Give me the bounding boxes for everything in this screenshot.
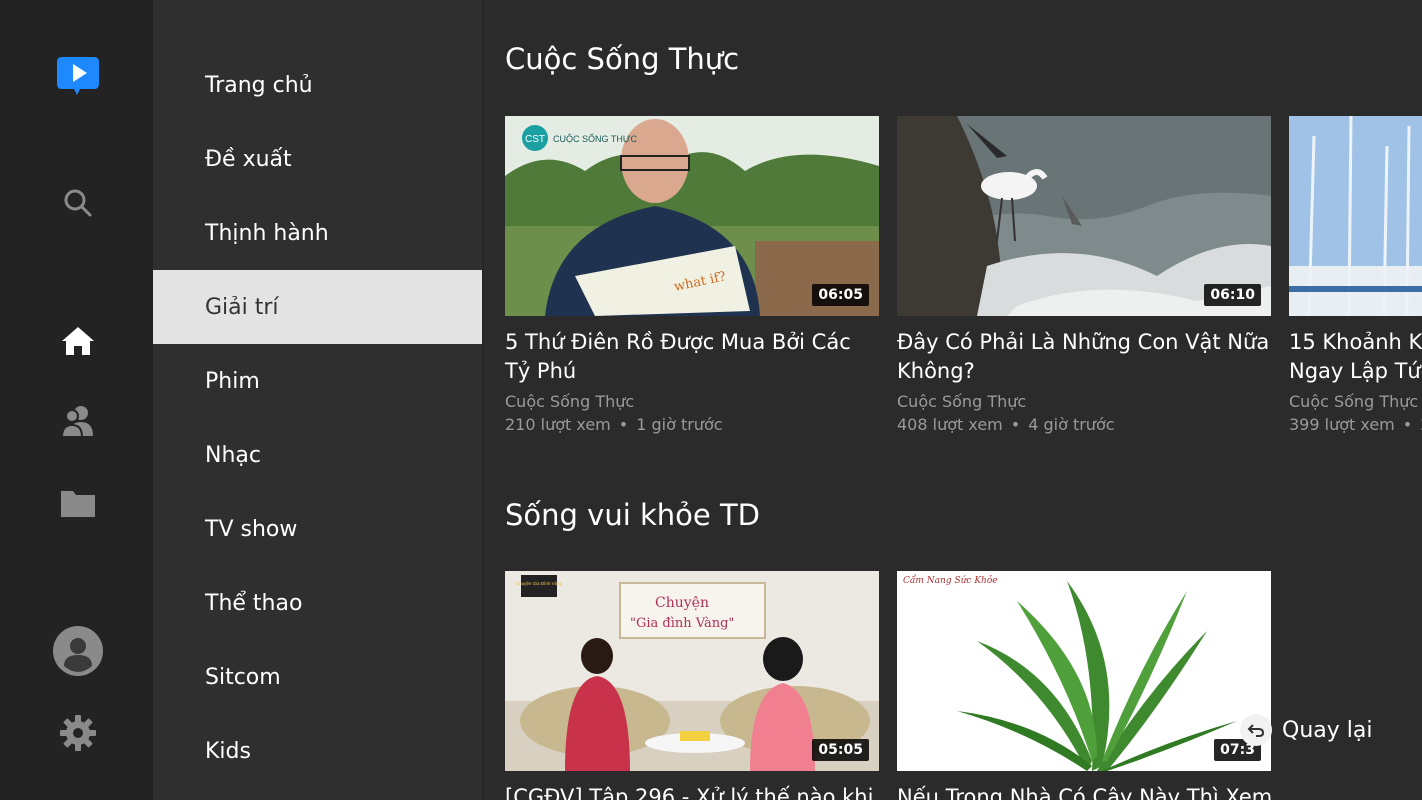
menu-item-label: TV show <box>205 516 298 542</box>
menu-item-label: Sitcom <box>205 664 281 690</box>
view-count: 408 lượt xem <box>897 415 1003 434</box>
video-thumbnail[interactable]: Cẩm Nang Sức Khỏe 07:3 <box>897 571 1271 771</box>
duration-badge: 06:05 <box>812 284 869 306</box>
library-icon[interactable] <box>52 477 104 529</box>
video-thumbnail[interactable]: Chuyện "Gia đình Vàng" Chuyện Gia Đình V… <box>505 571 879 771</box>
subscriptions-icon[interactable] <box>52 395 104 447</box>
view-count: 399 lượt xem <box>1289 415 1395 434</box>
app-logo-icon[interactable] <box>52 48 104 100</box>
video-thumbnail[interactable] <box>1289 116 1422 316</box>
menu-item-kids[interactable]: Kids <box>153 714 482 788</box>
cgdv-badge-text: Chuyện Gia Đình Vàng <box>516 581 563 586</box>
row-title: Sống vui khỏe TD <box>505 498 760 532</box>
content-area: Cuộc Sống Thực CST CUỘC SỐNG THỰC what i… <box>484 0 1422 800</box>
menu-item-entertainment[interactable]: Giải trí <box>153 270 482 344</box>
channel-name: Cuộc Sống Thực <box>505 392 635 411</box>
video-title-line-2: Ngay Lập Tức <box>1289 359 1422 383</box>
menu-item-label: Kids <box>205 738 251 764</box>
menu-item-label: Phim <box>205 368 260 394</box>
menu-item-music[interactable]: Nhạc <box>153 418 482 492</box>
account-icon[interactable] <box>52 625 104 677</box>
view-count: 210 lượt xem <box>505 415 611 434</box>
video-title: 15 Khoảnh K Ngay Lập Tức <box>1289 328 1422 386</box>
menu-item-label: Giải trí <box>205 294 279 320</box>
video-meta: 210 lượt xem • 1 giờ trước <box>505 415 723 434</box>
channel-name: Cuộc Sống Thực <box>897 392 1027 411</box>
back-icon <box>1240 714 1272 746</box>
menu-item-sports[interactable]: Thể thao <box>153 566 482 640</box>
menu-item-label: Trang chủ <box>205 72 313 98</box>
duration-badge: 06:10 <box>1204 284 1261 306</box>
menu-item-label: Thịnh hành <box>205 220 329 246</box>
menu-item-home[interactable]: Trang chủ <box>153 48 482 122</box>
video-title: Nếu Trong Nhà Có Cây Này Thì Xem <box>897 785 1273 800</box>
video-title: Đây Có Phải Là Những Con Vật Nữa Không? <box>897 330 1270 383</box>
menu-item-label: Thể thao <box>205 590 303 616</box>
upload-age: 1 giờ trước <box>636 415 723 434</box>
cst-logo-text: CST <box>525 134 545 145</box>
menu-item-recommended[interactable]: Đề xuất <box>153 122 482 196</box>
home-icon[interactable] <box>52 315 104 367</box>
cgdv-sign-text-2: "Gia đình Vàng" <box>630 616 734 631</box>
menu-item-movies[interactable]: Phim <box>153 344 482 418</box>
search-icon[interactable] <box>52 177 104 229</box>
video-thumbnail[interactable]: 06:10 <box>897 116 1271 316</box>
plant-badge-text: Cẩm Nang Sức Khỏe <box>903 574 998 586</box>
menu-item-label: Đề xuất <box>205 146 292 172</box>
duration-badge: 05:05 <box>812 739 869 761</box>
video-meta: 399 lượt xem•2 <box>1289 415 1422 434</box>
cst-channel-text: CUỘC SỐNG THỰC <box>553 133 638 144</box>
video-card[interactable]: 15 Khoảnh K Ngay Lập Tức Cuộc Sống Thực 3… <box>1289 116 1422 434</box>
video-meta: 408 lượt xem • 4 giờ trước <box>897 415 1115 434</box>
video-card[interactable]: CST CUỘC SỐNG THỰC what if? 06:05 5 Thứ … <box>505 116 879 434</box>
video-title: 5 Thứ Điên Rồ Được Mua Bởi Các Tỷ Phú <box>505 330 851 383</box>
menu-item-label: Nhạc <box>205 442 261 468</box>
category-menu: Trang chủ Đề xuất Thịnh hành Giải trí Ph… <box>153 0 482 800</box>
video-title: [CGĐV] Tập 296 - Xử lý thế nào khi <box>505 785 874 800</box>
icon-rail <box>0 0 153 800</box>
video-card[interactable]: Chuyện "Gia đình Vàng" Chuyện Gia Đình V… <box>505 571 879 800</box>
back-button[interactable]: Quay lại <box>1240 714 1372 746</box>
back-label: Quay lại <box>1282 717 1373 743</box>
channel-name: Cuộc Sống Thực <box>1289 392 1419 411</box>
menu-item-tv-show[interactable]: TV show <box>153 492 482 566</box>
upload-age: 4 giờ trước <box>1028 415 1115 434</box>
video-card[interactable]: Cẩm Nang Sức Khỏe 07:3 Nếu Trong Nhà Có … <box>897 571 1273 800</box>
video-card[interactable]: 06:10 Đây Có Phải Là Những Con Vật Nữa K… <box>897 116 1271 434</box>
row-title: Cuộc Sống Thực <box>505 42 740 76</box>
video-title-line-1: 15 Khoảnh K <box>1289 330 1422 354</box>
menu-item-trending[interactable]: Thịnh hành <box>153 196 482 270</box>
menu-item-sitcom[interactable]: Sitcom <box>153 640 482 714</box>
settings-icon[interactable] <box>52 707 104 759</box>
cgdv-sign-text: Chuyện <box>655 595 709 611</box>
video-thumbnail[interactable]: CST CUỘC SỐNG THỰC what if? 06:05 <box>505 116 879 316</box>
